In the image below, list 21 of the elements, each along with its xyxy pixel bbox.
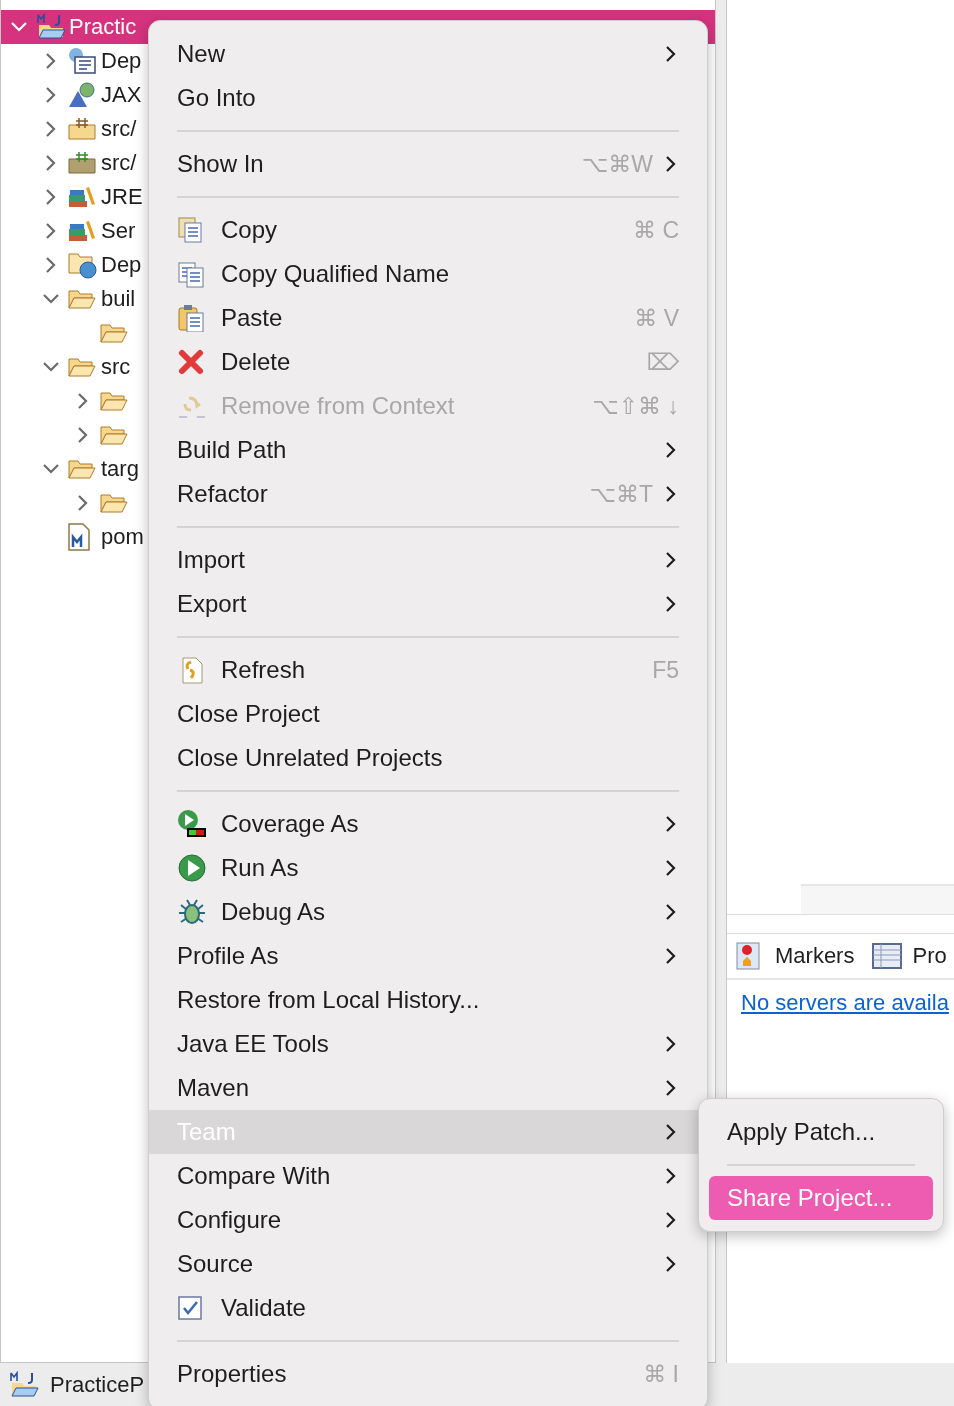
shortcut-label: ⌘ I <box>643 1360 679 1388</box>
shortcut-label: ⌥⌘T <box>589 480 653 508</box>
tree-label: Dep <box>101 48 142 74</box>
tree-label: buil <box>101 286 136 312</box>
tree-label: src/ <box>101 150 137 176</box>
tree-label: src <box>101 354 131 380</box>
tree-label: targ <box>101 456 139 482</box>
shortcut-label: ⌘ V <box>634 304 679 332</box>
tree-label: JAX <box>101 82 142 108</box>
shortcut-label: ⌥⌘W <box>581 150 653 178</box>
tree-label: src/ <box>101 116 137 142</box>
tree-label: Dep <box>101 252 142 278</box>
tree-label: JRE <box>101 184 143 210</box>
shortcut-label: ⌦ <box>646 348 679 376</box>
tree-label: Practic <box>69 14 137 40</box>
shortcut-label: ⌥⇧⌘ ↓ <box>592 392 679 420</box>
tree-label: Ser <box>101 218 136 244</box>
tree-label: pom <box>101 524 144 550</box>
shortcut-label: ⌘ C <box>633 216 679 244</box>
shortcut-label: F5 <box>652 656 679 684</box>
status-label: PracticeP <box>50 1371 145 1398</box>
